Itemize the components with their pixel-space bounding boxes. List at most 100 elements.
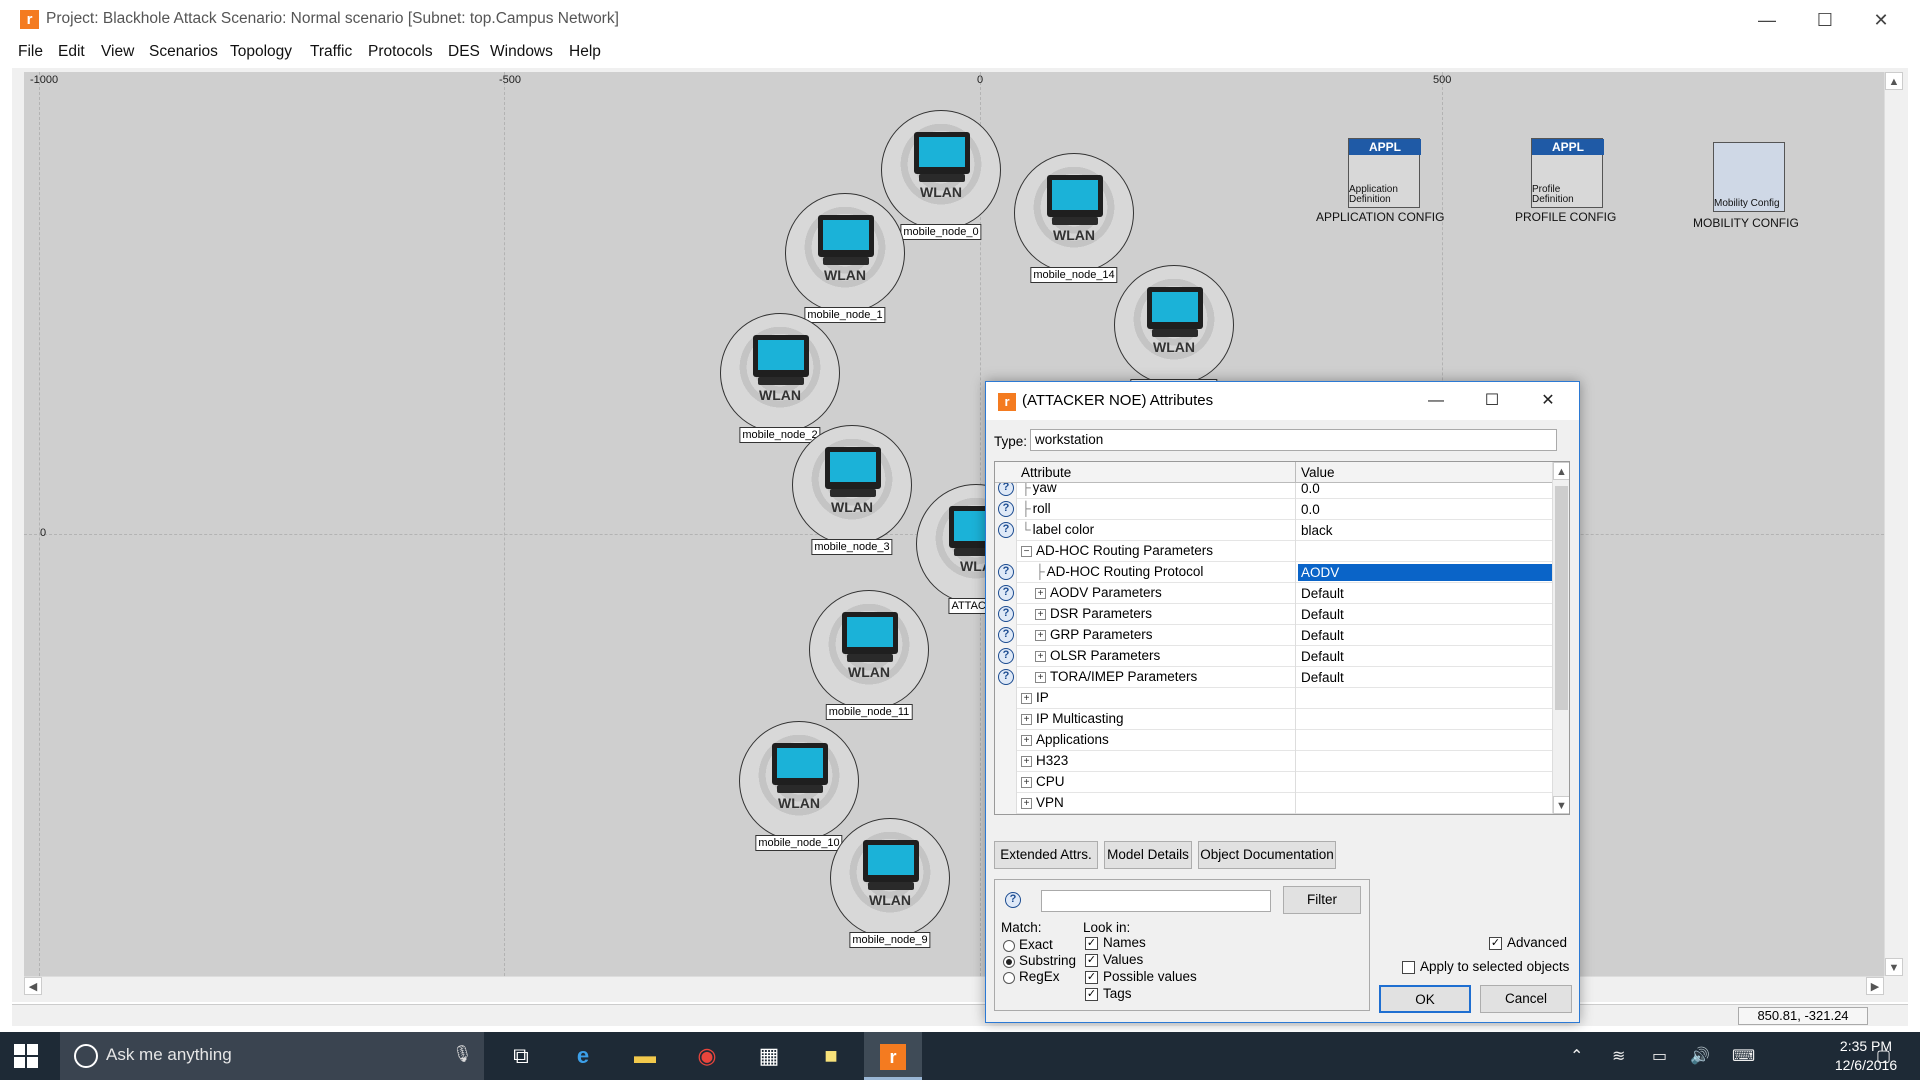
application-config-icon[interactable]: APPL Application Definition bbox=[1348, 138, 1421, 208]
mobility-config-icon[interactable]: Mobility Config bbox=[1713, 142, 1785, 212]
attribute-value[interactable]: Default bbox=[1298, 648, 1552, 665]
attribute-value[interactable] bbox=[1298, 795, 1552, 812]
close-button[interactable]: ✕ bbox=[1856, 6, 1906, 34]
help-icon[interactable]: ? bbox=[998, 648, 1014, 664]
dialog-maximize-button[interactable]: ☐ bbox=[1470, 388, 1514, 414]
menu-file[interactable]: File bbox=[18, 43, 43, 61]
expand-icon[interactable]: + bbox=[1035, 671, 1046, 683]
ok-button[interactable]: OK bbox=[1379, 985, 1471, 1013]
mobile-node[interactable]: WLAN mobile_node_1 bbox=[785, 193, 905, 323]
attribute-row[interactable]: + IP Multicasting bbox=[995, 709, 1552, 730]
attribute-row[interactable]: ? ├ AD-HOC Routing Protocol AODV bbox=[995, 562, 1552, 583]
help-icon[interactable]: ? bbox=[998, 483, 1014, 496]
attribute-row[interactable]: + Applications bbox=[995, 730, 1552, 751]
attribute-value[interactable] bbox=[1298, 543, 1552, 560]
sticky-notes-icon[interactable]: ■ bbox=[802, 1032, 860, 1080]
menu-topology[interactable]: Topology bbox=[230, 43, 292, 61]
attribute-value[interactable]: Default bbox=[1298, 606, 1552, 623]
attribute-row[interactable]: ? + GRP Parameters Default bbox=[995, 625, 1552, 646]
look-in-tags-checkbox[interactable]: ✓ bbox=[1085, 988, 1098, 1001]
attribute-row[interactable]: ? + AODV Parameters Default bbox=[995, 583, 1552, 604]
scroll-up-icon[interactable]: ▲ bbox=[1885, 72, 1903, 90]
collapse-icon[interactable]: − bbox=[1021, 545, 1032, 557]
expand-icon[interactable]: + bbox=[1021, 692, 1032, 704]
scroll-thumb[interactable] bbox=[1555, 486, 1568, 710]
help-icon[interactable]: ? bbox=[998, 501, 1014, 517]
riverbed-modeler-icon[interactable]: r bbox=[864, 1032, 922, 1080]
minimize-button[interactable]: — bbox=[1742, 6, 1792, 34]
apply-to-selected-label[interactable]: Apply to selected objects bbox=[1420, 959, 1569, 974]
task-view-icon[interactable]: ⧉ bbox=[492, 1032, 550, 1080]
filter-input[interactable] bbox=[1041, 890, 1271, 912]
project-workspace[interactable]: -1000 -500 0 500 0 WLAN mobile_node_0 WL… bbox=[24, 72, 1884, 976]
attribute-row[interactable]: ? ├ roll 0.0 bbox=[995, 499, 1552, 520]
volume-icon[interactable]: 🔊 bbox=[1690, 1046, 1710, 1066]
attribute-value[interactable]: 0.0 bbox=[1298, 501, 1552, 518]
file-explorer-icon[interactable]: ▬ bbox=[616, 1032, 674, 1080]
match-exact-label[interactable]: Exact bbox=[1019, 937, 1053, 952]
attribute-value[interactable]: 0.0 bbox=[1298, 483, 1552, 497]
maximize-button[interactable]: ☐ bbox=[1800, 6, 1850, 34]
profile-config-icon[interactable]: APPL Profile Definition bbox=[1531, 138, 1604, 208]
model-details-button[interactable]: Model Details bbox=[1104, 841, 1192, 869]
keyboard-icon[interactable]: ⌨ bbox=[1732, 1046, 1755, 1066]
object-documentation-button[interactable]: Object Documentation bbox=[1198, 841, 1336, 869]
expand-icon[interactable]: + bbox=[1021, 797, 1032, 809]
attribute-row[interactable]: − AD-HOC Routing Parameters bbox=[995, 541, 1552, 562]
scroll-down-icon[interactable]: ▼ bbox=[1885, 958, 1903, 976]
match-regex-radio[interactable] bbox=[1003, 972, 1015, 984]
menu-windows[interactable]: Windows bbox=[490, 43, 553, 61]
attribute-row[interactable]: + VPN bbox=[995, 793, 1552, 814]
mobile-node[interactable]: WLAN mobile_node_2 bbox=[720, 313, 840, 443]
attribute-row[interactable]: ? + TORA/IMEP Parameters Default bbox=[995, 667, 1552, 688]
dialog-minimize-button[interactable]: — bbox=[1414, 388, 1458, 414]
look-in-possible-values-label[interactable]: Possible values bbox=[1103, 969, 1197, 984]
system-clock[interactable]: 2:35 PM 12/6/2016 bbox=[1826, 1037, 1906, 1075]
menu-scenarios[interactable]: Scenarios bbox=[149, 43, 218, 61]
match-regex-label[interactable]: RegEx bbox=[1019, 969, 1060, 984]
help-icon[interactable]: ? bbox=[1005, 892, 1021, 908]
attribute-row[interactable]: ? └ label color black bbox=[995, 520, 1552, 541]
advanced-label[interactable]: Advanced bbox=[1507, 935, 1567, 950]
look-in-names-checkbox[interactable]: ✓ bbox=[1085, 937, 1098, 950]
expand-icon[interactable]: + bbox=[1035, 629, 1046, 641]
expand-icon[interactable]: + bbox=[1035, 587, 1046, 599]
column-header-value[interactable]: Value bbox=[1301, 465, 1335, 480]
cancel-button[interactable]: Cancel bbox=[1480, 985, 1572, 1013]
advanced-checkbox[interactable]: ✓ bbox=[1489, 937, 1502, 950]
attribute-row[interactable]: ? + OLSR Parameters Default bbox=[995, 646, 1552, 667]
mobile-node[interactable]: WLAN mobile_node_11 bbox=[809, 590, 929, 720]
microphone-icon[interactable]: 🎙 bbox=[452, 1044, 472, 1064]
attribute-value[interactable]: Default bbox=[1298, 669, 1552, 686]
attribute-value[interactable] bbox=[1298, 690, 1552, 707]
scroll-up-icon[interactable]: ▲ bbox=[1553, 462, 1569, 480]
workspace-vertical-scrollbar[interactable]: ▲ ▼ bbox=[1884, 72, 1904, 976]
attribute-value[interactable] bbox=[1298, 774, 1552, 791]
menu-edit[interactable]: Edit bbox=[58, 43, 85, 61]
mobile-node[interactable]: WLAN mobile_node_3 bbox=[792, 425, 912, 555]
attribute-row[interactable]: ? + DSR Parameters Default bbox=[995, 604, 1552, 625]
attribute-row[interactable]: + IP bbox=[995, 688, 1552, 709]
table-scrollbar[interactable]: ▲ ▼ bbox=[1552, 462, 1569, 814]
attribute-row[interactable]: ? ├ yaw 0.0 bbox=[995, 483, 1552, 499]
mobile-node[interactable]: WLAN mobile_node_9 bbox=[830, 818, 950, 948]
help-icon[interactable]: ? bbox=[998, 669, 1014, 685]
look-in-values-checkbox[interactable]: ✓ bbox=[1085, 954, 1098, 967]
extended-attrs-button[interactable]: Extended Attrs. bbox=[994, 841, 1098, 869]
attribute-row[interactable]: + H323 bbox=[995, 751, 1552, 772]
scroll-left-icon[interactable]: ◀ bbox=[24, 977, 42, 995]
look-in-names-label[interactable]: Names bbox=[1103, 935, 1146, 950]
menu-protocols[interactable]: Protocols bbox=[368, 43, 433, 61]
expand-icon[interactable]: + bbox=[1035, 608, 1046, 620]
help-icon[interactable]: ? bbox=[998, 606, 1014, 622]
menu-help[interactable]: Help bbox=[569, 43, 601, 61]
look-in-values-label[interactable]: Values bbox=[1103, 952, 1143, 967]
mobile-node[interactable]: WLAN mobile_node_13 bbox=[1114, 265, 1234, 395]
expand-icon[interactable]: + bbox=[1021, 755, 1032, 767]
attribute-row[interactable]: + CPU bbox=[995, 772, 1552, 793]
expand-icon[interactable]: + bbox=[1021, 734, 1032, 746]
menu-des[interactable]: DES bbox=[448, 43, 480, 61]
battery-icon[interactable]: ▭ bbox=[1652, 1046, 1667, 1066]
help-icon[interactable]: ? bbox=[998, 522, 1014, 538]
attribute-value[interactable]: AODV bbox=[1297, 563, 1552, 582]
